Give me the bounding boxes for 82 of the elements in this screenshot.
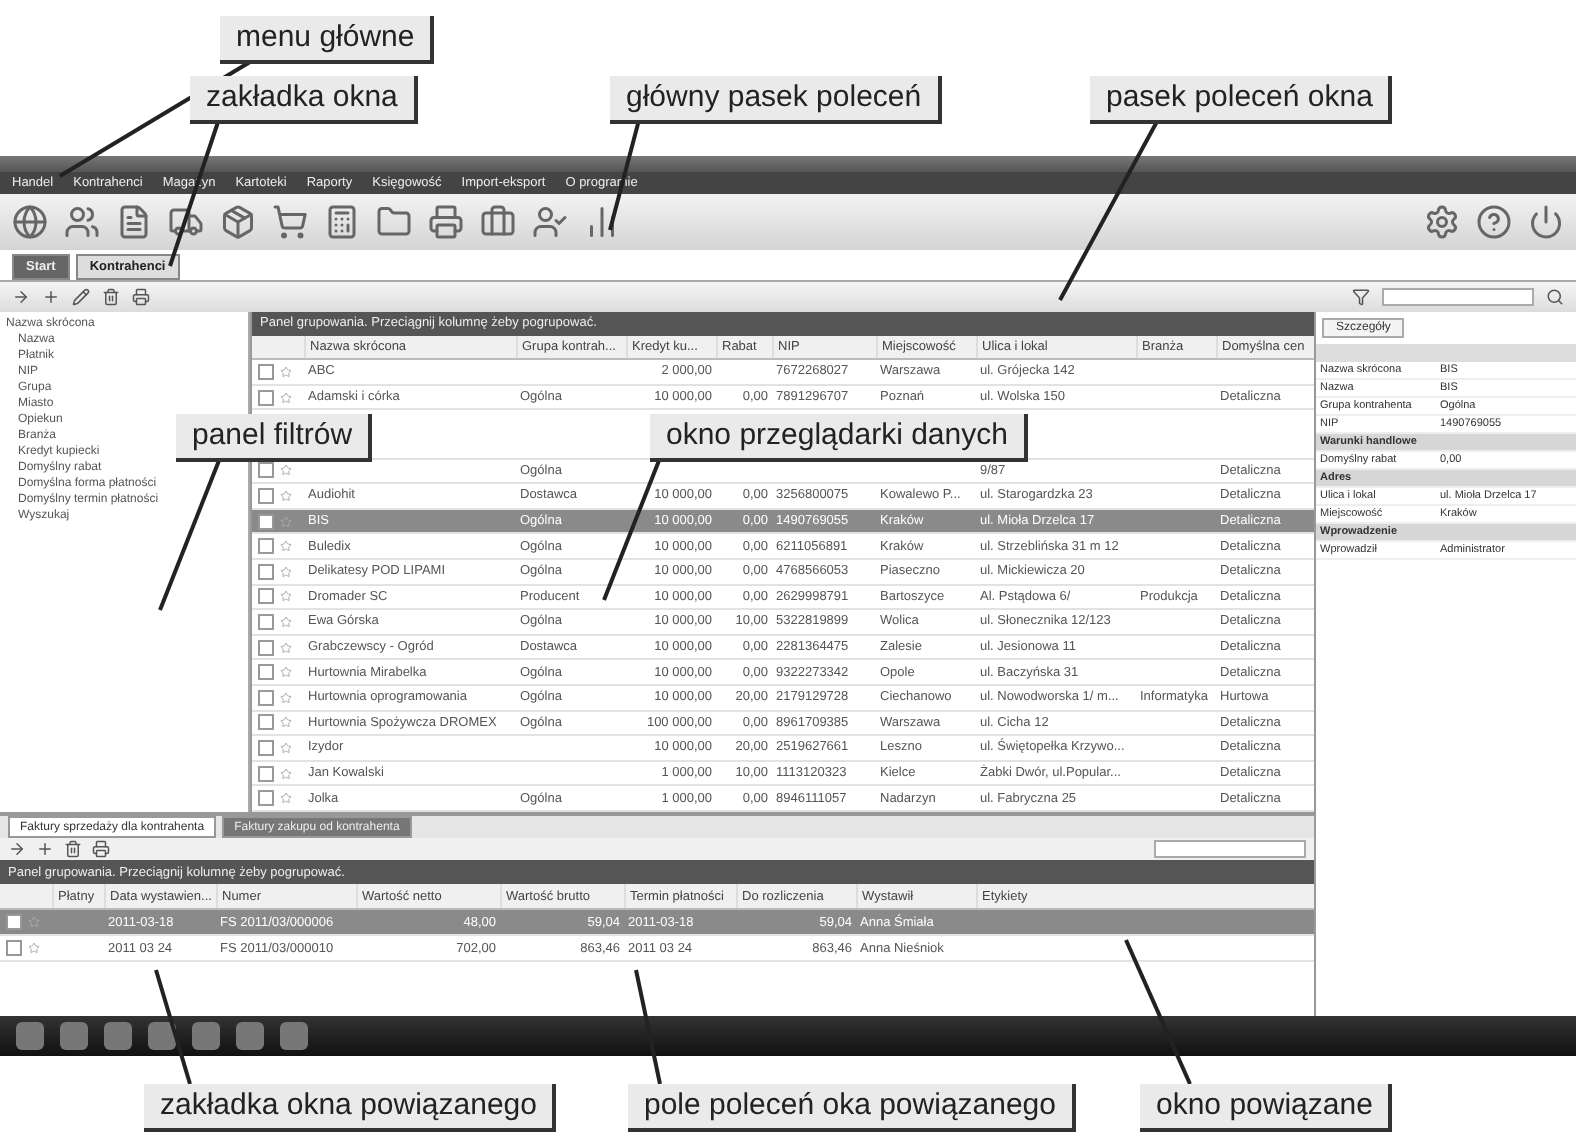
printer-icon[interactable] <box>132 288 150 306</box>
globe-icon[interactable] <box>12 204 48 240</box>
star-icon <box>280 540 292 553</box>
row-checkbox[interactable] <box>258 765 274 781</box>
star-icon <box>280 666 292 679</box>
star-icon <box>280 565 292 578</box>
row-checkbox[interactable] <box>258 790 274 807</box>
star-icon <box>280 489 292 502</box>
chart-icon[interactable] <box>584 204 620 240</box>
star-icon <box>28 942 40 954</box>
star-icon <box>280 515 292 528</box>
package-icon[interactable] <box>220 204 256 240</box>
calculator-icon[interactable] <box>324 204 360 240</box>
briefcase-icon[interactable] <box>480 204 516 240</box>
star-icon <box>280 741 292 754</box>
star-icon <box>28 916 40 928</box>
row-checkbox[interactable] <box>258 389 274 406</box>
delete-icon[interactable] <box>102 288 120 306</box>
row-checkbox[interactable] <box>258 487 274 504</box>
taskbar-app-icon[interactable] <box>236 1022 264 1050</box>
leader-line <box>634 969 662 1085</box>
taskbar-app-icon[interactable] <box>104 1022 132 1050</box>
callout-label: menu główne <box>220 16 435 64</box>
power-icon[interactable] <box>1528 204 1564 240</box>
star-icon <box>280 792 292 805</box>
row-checkbox[interactable] <box>258 739 274 756</box>
row-checkbox[interactable] <box>258 538 274 555</box>
leader-line <box>154 969 192 1085</box>
taskbar-app-icon[interactable] <box>192 1022 220 1050</box>
help-icon[interactable] <box>1476 204 1512 240</box>
star-icon <box>280 767 292 779</box>
document-icon[interactable] <box>116 204 152 240</box>
filter-icon[interactable] <box>1352 288 1370 306</box>
printer-icon[interactable] <box>428 204 464 240</box>
row-checkbox[interactable] <box>258 588 274 605</box>
callout-label: zakładka okna powiązanego <box>144 1084 557 1132</box>
callout-label: główny pasek poleceń <box>610 76 942 124</box>
row-checkbox[interactable] <box>258 462 274 479</box>
callout-label: okno powiązane <box>1140 1084 1393 1132</box>
printer-icon[interactable] <box>92 840 110 858</box>
row-checkbox[interactable] <box>258 613 274 630</box>
star-icon <box>280 615 292 628</box>
taskbar-app-icon[interactable] <box>148 1022 176 1050</box>
edit-icon[interactable] <box>72 288 90 306</box>
search-field[interactable] <box>1154 840 1306 858</box>
users-icon[interactable] <box>64 204 100 240</box>
search-icon[interactable] <box>1546 288 1564 306</box>
star-icon <box>280 641 292 654</box>
row-checkbox[interactable] <box>258 563 274 580</box>
taskbar-app-icon[interactable] <box>60 1022 88 1050</box>
taskbar-app-icon[interactable] <box>16 1022 44 1050</box>
star-icon <box>280 716 292 729</box>
user-icon[interactable] <box>532 204 568 240</box>
arrow-icon[interactable] <box>12 288 30 306</box>
search-field[interactable] <box>1382 288 1534 306</box>
star-icon <box>280 464 292 477</box>
row-checkbox[interactable] <box>258 714 274 731</box>
row-checkbox[interactable] <box>6 914 22 930</box>
callout-label: zakładka okna <box>190 76 418 124</box>
callout-label: okno przeglądarki danych <box>650 414 1028 462</box>
delete-icon[interactable] <box>64 840 82 858</box>
arrow-icon[interactable] <box>8 840 26 858</box>
row-checkbox[interactable] <box>258 363 274 380</box>
add-icon[interactable] <box>42 288 60 306</box>
add-icon[interactable] <box>36 840 54 858</box>
cart-icon[interactable] <box>272 204 308 240</box>
callout-label: pole poleceń oka powiązanego <box>628 1084 1076 1132</box>
truck-icon[interactable] <box>168 204 204 240</box>
row-checkbox[interactable] <box>258 513 274 530</box>
row-checkbox[interactable] <box>258 639 274 656</box>
folder-icon[interactable] <box>376 204 412 240</box>
callout-label: pasek poleceń okna <box>1090 76 1393 124</box>
star-icon <box>280 590 292 603</box>
star-icon <box>280 691 292 704</box>
row-checkbox[interactable] <box>258 664 274 681</box>
star-icon <box>280 391 292 404</box>
row-checkbox[interactable] <box>258 689 274 706</box>
row-checkbox[interactable] <box>6 940 22 956</box>
callout-label: panel filtrów <box>176 414 373 462</box>
settings-icon[interactable] <box>1424 204 1460 240</box>
star-icon <box>280 365 292 378</box>
taskbar-app-icon[interactable] <box>280 1022 308 1050</box>
